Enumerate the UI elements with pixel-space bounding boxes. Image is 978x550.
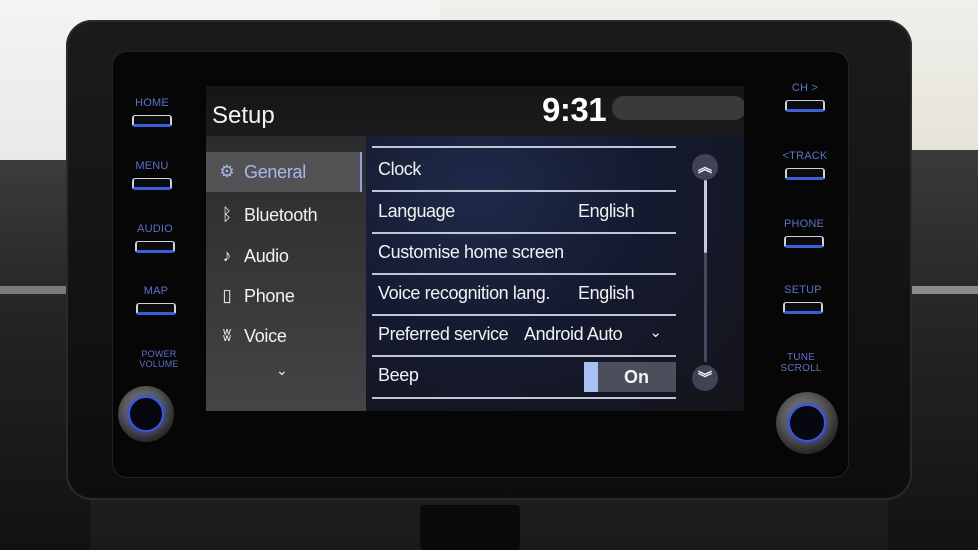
infotainment-screen: Setup 9:31 ⚙ General ᛒ Bluetooth ♪ Audio… bbox=[206, 86, 744, 411]
scroll-up-button[interactable]: ︽ bbox=[692, 154, 718, 180]
channel-next-label: CH > bbox=[791, 82, 819, 94]
general-settings-list: Clock Language English Customise home sc… bbox=[366, 136, 744, 411]
double-chevron-down-icon: ︾ bbox=[698, 370, 712, 386]
sidebar-item-general[interactable]: ⚙ General bbox=[206, 152, 362, 192]
phone-button-label: PHONE bbox=[783, 218, 825, 230]
phone-hardware-button[interactable]: PHONE bbox=[769, 219, 839, 248]
audio-button-label: AUDIO bbox=[137, 223, 173, 235]
sidebar-more-chevron-icon[interactable]: ⌄ bbox=[276, 362, 288, 379]
center-console bbox=[420, 505, 520, 550]
track-previous-hardware-button[interactable]: <TRACK bbox=[770, 151, 840, 180]
home-button-slot[interactable] bbox=[132, 115, 172, 127]
settings-row-preferred-service[interactable]: Preferred service Android Auto ⌄ bbox=[372, 315, 676, 355]
map-hardware-button[interactable]: MAP bbox=[121, 286, 191, 315]
toggle-indicator bbox=[584, 362, 598, 392]
bluetooth-icon: ᛒ bbox=[221, 205, 233, 224]
sidebar-item-bluetooth[interactable]: ᛒ Bluetooth bbox=[206, 195, 362, 235]
map-button-label: MAP bbox=[143, 285, 169, 297]
phone-button-slot[interactable] bbox=[784, 236, 824, 248]
title-bar: Setup 9:31 bbox=[206, 86, 744, 136]
status-area bbox=[612, 96, 744, 120]
row-value: English bbox=[578, 283, 635, 303]
row-label: Customise home screen bbox=[378, 242, 564, 262]
track-previous-slot[interactable] bbox=[785, 168, 825, 180]
home-button-label: HOME bbox=[135, 97, 169, 109]
scrollbar-thumb[interactable] bbox=[704, 180, 707, 253]
tune-scroll-knob[interactable] bbox=[776, 392, 838, 454]
preferred-service-dropdown[interactable]: Android Auto bbox=[524, 324, 623, 345]
voice-icon: ʬ bbox=[222, 326, 232, 345]
sidebar-item-phone[interactable]: ▯ Phone bbox=[206, 276, 362, 316]
gear-icon: ⚙ bbox=[219, 162, 235, 181]
row-label: Clock bbox=[378, 159, 422, 179]
page-title: Setup bbox=[212, 102, 275, 129]
sidebar-item-audio[interactable]: ♪ Audio bbox=[206, 236, 362, 276]
clock-display: 9:31 bbox=[542, 91, 607, 128]
settings-category-sidebar: ⚙ General ᛒ Bluetooth ♪ Audio ▯ Phone ʬ … bbox=[206, 136, 366, 411]
sidebar-item-label: Phone bbox=[244, 285, 295, 306]
map-button-slot[interactable] bbox=[136, 303, 176, 315]
channel-next-slot[interactable] bbox=[785, 100, 825, 112]
settings-row-language[interactable]: Language English bbox=[372, 192, 676, 232]
power-volume-knob-ring bbox=[128, 396, 164, 432]
sidebar-item-label: Voice bbox=[244, 325, 287, 346]
beep-toggle[interactable]: On bbox=[584, 362, 676, 392]
music-note-icon: ♪ bbox=[222, 246, 232, 265]
settings-row-customise-home-screen[interactable]: Customise home screen bbox=[372, 233, 676, 273]
row-divider bbox=[372, 146, 676, 148]
menu-button-slot[interactable] bbox=[132, 178, 172, 190]
power-volume-knob[interactable] bbox=[118, 386, 174, 442]
audio-hardware-button[interactable]: AUDIO bbox=[120, 224, 190, 253]
chevron-down-icon[interactable]: ⌄ bbox=[649, 323, 662, 341]
menu-hardware-button[interactable]: MENU bbox=[117, 161, 187, 190]
row-label: Voice recognition lang. bbox=[378, 283, 550, 303]
sidebar-item-label: General bbox=[244, 161, 306, 182]
sidebar-item-voice[interactable]: ʬ Voice bbox=[206, 316, 362, 356]
power-volume-label-block: POWER VOLUME bbox=[124, 349, 194, 369]
setup-button-label: SETUP bbox=[784, 284, 822, 296]
track-previous-label: <TRACK bbox=[782, 150, 828, 162]
settings-row-clock[interactable]: Clock bbox=[372, 150, 676, 190]
toggle-state-label: On bbox=[624, 367, 649, 387]
sidebar-item-label: Audio bbox=[244, 245, 289, 266]
double-chevron-up-icon: ︽ bbox=[698, 159, 712, 175]
sidebar-item-label: Bluetooth bbox=[244, 204, 318, 225]
setup-hardware-button[interactable]: SETUP bbox=[768, 285, 838, 314]
power-volume-label: POWER VOLUME bbox=[139, 349, 179, 369]
setup-button-slot[interactable] bbox=[783, 302, 823, 314]
tune-scroll-label-block: TUNE SCROLL bbox=[766, 352, 836, 374]
audio-button-slot[interactable] bbox=[135, 241, 175, 253]
channel-next-hardware-button[interactable]: CH > bbox=[770, 83, 840, 112]
home-hardware-button[interactable]: HOME bbox=[117, 98, 187, 127]
row-value: English bbox=[578, 201, 635, 221]
row-divider bbox=[372, 397, 676, 399]
menu-button-label: MENU bbox=[135, 160, 169, 172]
row-label: Beep bbox=[378, 365, 419, 385]
scroll-down-button[interactable]: ︾ bbox=[692, 365, 718, 391]
phone-icon: ▯ bbox=[222, 286, 232, 305]
tune-scroll-knob-ring bbox=[788, 404, 826, 442]
settings-row-voice-recognition-language[interactable]: Voice recognition lang. English bbox=[372, 274, 676, 314]
row-label: Language bbox=[378, 201, 455, 221]
row-label: Preferred service bbox=[378, 324, 509, 344]
settings-row-beep[interactable]: Beep On bbox=[372, 356, 676, 396]
tune-scroll-label: TUNE SCROLL bbox=[780, 352, 822, 374]
scrollbar-track[interactable] bbox=[704, 180, 707, 362]
